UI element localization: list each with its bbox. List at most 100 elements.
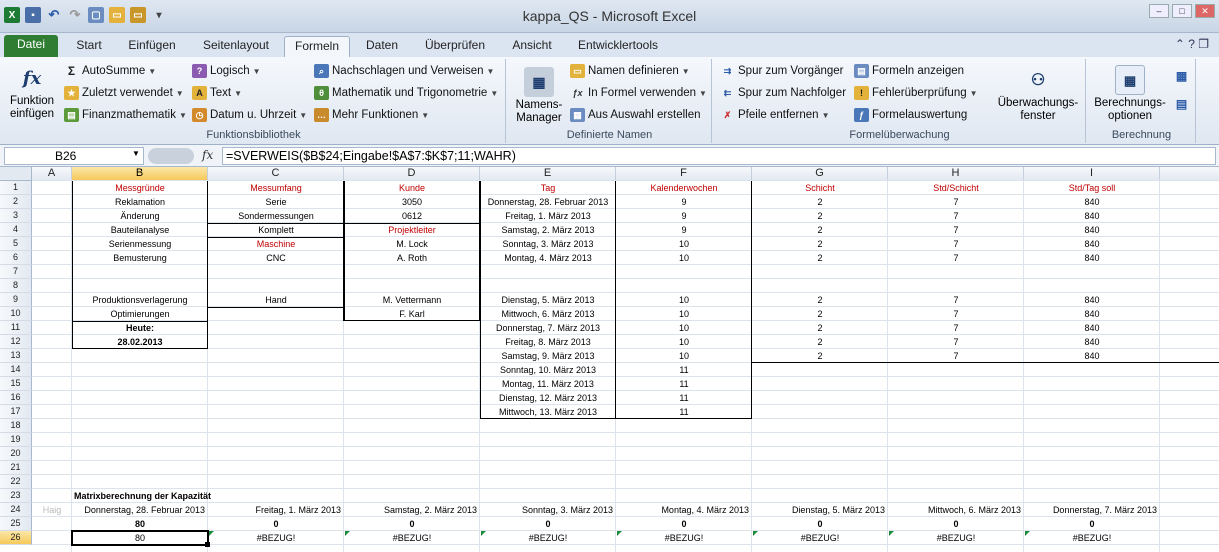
schicht-cell[interactable]: 2 xyxy=(752,209,888,223)
std-tag-cell[interactable]: 840 xyxy=(1024,209,1160,223)
std-schicht-cell[interactable]: 7 xyxy=(888,307,1024,321)
create-from-selection-button[interactable]: ▦ Aus Auswahl erstellen xyxy=(570,108,701,122)
tag-cell[interactable]: Sonntag, 10. März 2013 xyxy=(480,363,616,377)
row-header-20[interactable]: 20 xyxy=(0,447,32,461)
matrix-value-cell[interactable]: 0 xyxy=(1024,517,1160,531)
header-tag[interactable]: Tag xyxy=(480,181,616,195)
tab-formeln[interactable]: Formeln xyxy=(284,36,350,57)
tag-cell[interactable]: Montag, 11. März 2013 xyxy=(480,377,616,391)
matrix-result-cell[interactable]: #BEZUG! xyxy=(344,531,480,545)
logical-button[interactable]: ? Logisch ▼ xyxy=(192,64,261,78)
tab-ueberpruefen[interactable]: Überprüfen xyxy=(416,36,494,57)
row-header-17[interactable]: 17 xyxy=(0,405,32,419)
matrix-date-cell[interactable]: Mittwoch, 6. März 2013 xyxy=(888,503,1024,517)
today-value[interactable]: 28.02.2013 xyxy=(72,335,208,349)
messgrund-cell[interactable]: Produktionsverlagerung xyxy=(72,293,208,307)
name-manager-button[interactable]: ▦ Namens- Manager xyxy=(512,67,566,125)
recent-button[interactable]: ★ Zuletzt verwendet ▼ xyxy=(64,86,184,100)
schicht-cell[interactable]: 2 xyxy=(752,293,888,307)
fx-icon[interactable]: fx xyxy=(202,148,213,162)
define-name-button[interactable]: ▭ Namen definieren ▼ xyxy=(570,64,690,78)
matrix-value-cell[interactable]: 0 xyxy=(616,517,752,531)
column-header-a[interactable]: A xyxy=(32,167,72,181)
kunde-cell[interactable]: A. Roth xyxy=(344,251,480,265)
row-header-15[interactable]: 15 xyxy=(0,377,32,391)
trace-precedents-button[interactable]: ⇉ Spur zum Vorgänger xyxy=(720,64,844,78)
column-header-h[interactable]: H xyxy=(888,167,1024,181)
formula-input[interactable]: =SVERWEIS($B$24;Eingabe!$A$7:$K$7;11;WAH… xyxy=(222,147,1216,165)
messumfang-cell[interactable]: Serie xyxy=(208,195,344,209)
matrix-value-cell[interactable]: 0 xyxy=(344,517,480,531)
matrix-value-cell[interactable]: 0 xyxy=(208,517,344,531)
tag-cell[interactable]: Samstag, 2. März 2013 xyxy=(480,223,616,237)
tab-einfuegen[interactable]: Einfügen xyxy=(120,36,184,57)
autosum-button[interactable]: Σ AutoSumme ▼ xyxy=(64,64,156,78)
schicht-cell[interactable]: 2 xyxy=(752,195,888,209)
kw-cell[interactable]: 10 xyxy=(616,321,752,335)
messumfang-cell[interactable]: Hand xyxy=(208,293,344,307)
std-tag-cell[interactable]: 840 xyxy=(1024,307,1160,321)
messgrund-cell[interactable]: Serienmessung xyxy=(72,237,208,251)
kw-cell[interactable]: 10 xyxy=(616,335,752,349)
kunde-cell[interactable]: 0612 xyxy=(344,209,480,223)
messgrund-cell[interactable]: Bemusterung xyxy=(72,251,208,265)
column-header-b[interactable]: B xyxy=(72,167,208,181)
tab-daten[interactable]: Daten xyxy=(358,36,406,57)
std-schicht-cell[interactable]: 7 xyxy=(888,223,1024,237)
row-header-25[interactable]: 25 xyxy=(0,517,32,531)
schicht-cell[interactable]: 2 xyxy=(752,237,888,251)
matrix-value-cell[interactable]: 0 xyxy=(752,517,888,531)
row-header-23[interactable]: 23 xyxy=(0,489,32,503)
fill-handle[interactable] xyxy=(205,542,210,547)
row-header-4[interactable]: 4 xyxy=(0,223,32,237)
row-header-14[interactable]: 14 xyxy=(0,363,32,377)
column-header-f[interactable]: F xyxy=(616,167,752,181)
matrix-date-cell[interactable]: F xyxy=(1160,503,1219,517)
calc-now-button[interactable]: ▦ xyxy=(1174,69,1189,83)
error-check-button[interactable]: ! Fehlerüberprüfung ▼ xyxy=(854,86,978,100)
close-icon[interactable]: ✕ xyxy=(1195,4,1215,18)
tab-datei[interactable]: Datei xyxy=(4,35,58,57)
schicht-cell[interactable]: 2 xyxy=(752,223,888,237)
row-header-9[interactable]: 9 xyxy=(0,293,32,307)
matrix-title[interactable]: Matrixberechnung der Kapazität xyxy=(72,489,372,503)
tag-cell[interactable]: Samstag, 9. März 2013 xyxy=(480,349,616,363)
kw-cell[interactable]: 9 xyxy=(616,209,752,223)
column-header-e[interactable]: E xyxy=(480,167,616,181)
tag-cell[interactable]: Mittwoch, 6. März 2013 xyxy=(480,307,616,321)
show-formulas-button[interactable]: ▤ Formeln anzeigen xyxy=(854,64,964,78)
schicht-cell[interactable]: 2 xyxy=(752,335,888,349)
kunde-cell[interactable]: M. Lock xyxy=(344,237,480,251)
tag-cell[interactable]: Freitag, 1. März 2013 xyxy=(480,209,616,223)
tab-ansicht[interactable]: Ansicht xyxy=(504,36,560,57)
tag-cell[interactable]: Dienstag, 12. März 2013 xyxy=(480,391,616,405)
messgrund-cell[interactable]: Bauteilanalyse xyxy=(72,223,208,237)
column-header-d[interactable]: D xyxy=(344,167,480,181)
matrix-result-cell[interactable]: #BEZUG! xyxy=(616,531,752,545)
column-header-i[interactable]: I xyxy=(1024,167,1160,181)
matrix-value-cell[interactable]: 80 xyxy=(72,517,208,531)
std-tag-cell[interactable]: 840 xyxy=(1024,195,1160,209)
row-header-11[interactable]: 11 xyxy=(0,321,32,335)
std-schicht-cell[interactable]: 7 xyxy=(888,209,1024,223)
std-schicht-cell[interactable]: 7 xyxy=(888,349,1024,363)
matrix-date-cell[interactable]: Sonntag, 3. März 2013 xyxy=(480,503,616,517)
matrix-date-cell[interactable]: Freitag, 1. März 2013 xyxy=(208,503,344,517)
text-button[interactable]: A Text ▼ xyxy=(192,86,242,100)
row-header-26[interactable]: 26 xyxy=(0,531,32,545)
row-header-8[interactable]: 8 xyxy=(0,279,32,293)
kw-cell[interactable]: 11 xyxy=(616,377,752,391)
kw-cell[interactable]: 10 xyxy=(616,307,752,321)
kw-cell[interactable]: 10 xyxy=(616,251,752,265)
messumfang-cell[interactable]: Sondermessungen xyxy=(208,209,344,223)
std-schicht-cell[interactable]: 7 xyxy=(888,321,1024,335)
remove-arrows-button[interactable]: ✗ Pfeile entfernen ▼ xyxy=(720,108,830,122)
kunde-cell[interactable]: M. Vettermann xyxy=(344,293,480,307)
row-header-3[interactable]: 3 xyxy=(0,209,32,223)
minimize-icon[interactable]: – xyxy=(1149,4,1169,18)
more-functions-button[interactable]: … Mehr Funktionen ▼ xyxy=(314,108,429,122)
messumfang-cell[interactable]: Komplett xyxy=(208,223,344,237)
messgrund-cell[interactable]: Optimierungen xyxy=(72,307,208,321)
matrix-result-cell[interactable]: #BEZUG! xyxy=(208,531,344,545)
std-schicht-cell[interactable]: 7 xyxy=(888,293,1024,307)
